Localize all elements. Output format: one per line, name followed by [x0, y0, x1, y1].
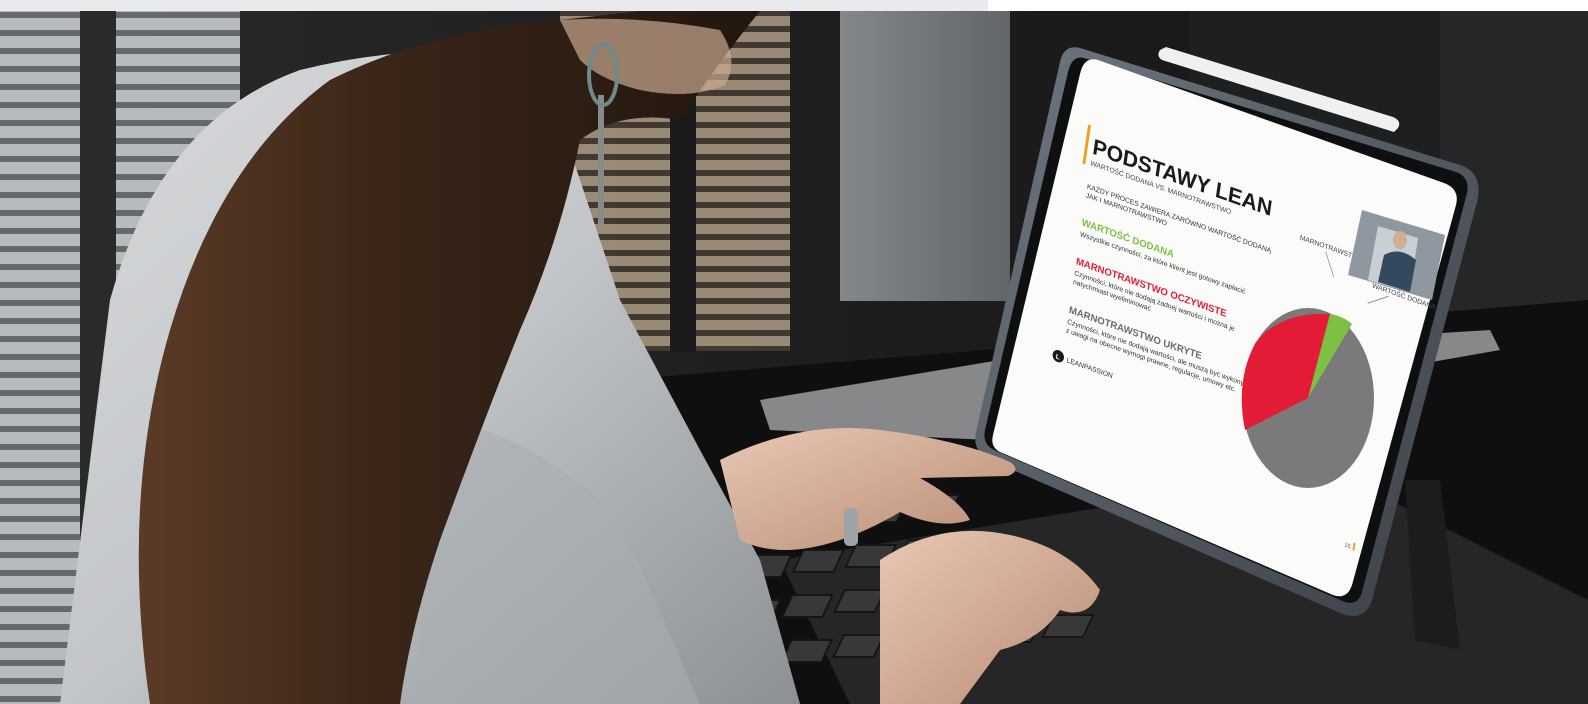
top-strip-left	[0, 0, 988, 11]
photo-scene: PODSTAWY LEAN WARTOŚĆ DODANA VS. MARNOTR…	[0, 0, 1588, 704]
background-photo	[0, 11, 1588, 704]
top-strip	[0, 0, 1588, 11]
